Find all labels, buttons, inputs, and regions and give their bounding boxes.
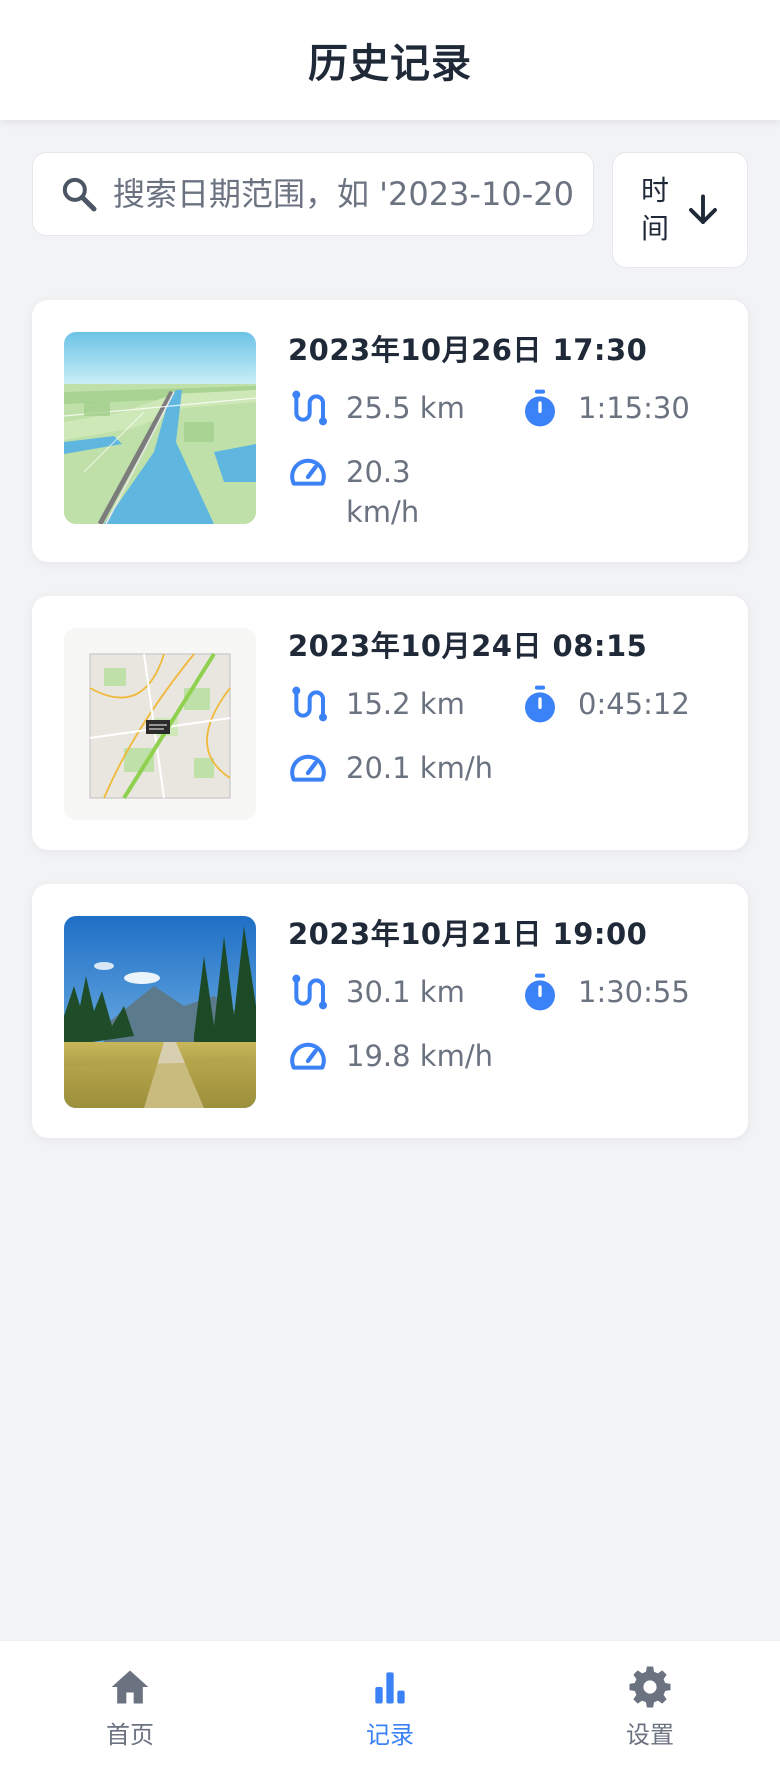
duration-stat: 1:30:55 [520, 972, 690, 1012]
record-date: 2023年10月21日 19:00 [288, 917, 648, 951]
speed-value: 19.8 km/h [346, 1039, 493, 1073]
record-date: 2023年10月24日 08:15 [288, 629, 648, 663]
river-map-image [64, 332, 256, 524]
nav-item-settings[interactable]: 设置 [520, 1641, 780, 1768]
app: 历史记录 时间 [0, 0, 780, 1768]
sort-label: 时间 [640, 174, 669, 245]
search-row: 时间 [32, 152, 748, 268]
speed-value: 20.3 km/h [346, 455, 420, 529]
record-card[interactable]: 2023年10月21日 19:00 30.1 km 1:30:55 19.8 k… [32, 884, 748, 1138]
nav-label-records: 记录 [366, 1721, 414, 1749]
speedometer-icon [290, 754, 326, 782]
gear-icon [629, 1666, 671, 1708]
arrow-down-icon [689, 194, 717, 224]
speed-stat: 20.3 km/h [288, 452, 456, 532]
record-info: 2023年10月21日 19:00 30.1 km 1:30:55 19.8 k… [288, 914, 718, 1073]
distance-value: 30.1 km [346, 975, 465, 1009]
home-icon [111, 1670, 149, 1704]
speedometer-icon [290, 1042, 326, 1070]
nav-label-settings: 设置 [626, 1721, 674, 1749]
duration-value: 1:15:30 [578, 391, 690, 425]
distance-stat: 30.1 km [288, 972, 465, 1012]
stopwatch-icon [525, 389, 555, 427]
sort-by-time-button[interactable]: 时间 [612, 152, 748, 268]
speed-stat: 19.8 km/h [288, 1036, 493, 1076]
route-icon [292, 974, 327, 1010]
distance-stat: 25.5 km [288, 388, 465, 428]
top-app-bar: 历史记录 [0, 0, 780, 120]
duration-value: 1:30:55 [578, 975, 690, 1009]
city-map-image [64, 628, 256, 820]
record-card[interactable]: 2023年10月26日 17:30 25.5 km 1:15:30 20.3 k… [32, 300, 748, 562]
distance-stat: 15.2 km [288, 684, 465, 724]
speedometer-icon [290, 458, 326, 486]
nav-label-home: 首页 [106, 1721, 154, 1749]
route-icon [292, 686, 327, 722]
distance-value: 15.2 km [346, 687, 465, 721]
search-box[interactable] [32, 152, 594, 236]
stopwatch-icon [525, 685, 555, 723]
speed-value: 20.1 km/h [346, 751, 493, 785]
distance-value: 25.5 km [346, 391, 465, 425]
page-title: 历史记录 [308, 41, 472, 87]
route-icon [292, 390, 327, 426]
stopwatch-icon [525, 973, 555, 1011]
trail-landscape-image [64, 916, 256, 1108]
search-input[interactable] [113, 175, 593, 213]
record-card[interactable]: 2023年10月24日 08:15 15.2 km 0:45:12 20.1 k… [32, 596, 748, 850]
nav-item-records[interactable]: 记录 [260, 1641, 520, 1768]
bar-chart-icon [375, 1672, 405, 1704]
duration-stat: 0:45:12 [520, 684, 690, 724]
speed-stat: 20.1 km/h [288, 748, 493, 788]
duration-value: 0:45:12 [578, 687, 690, 721]
record-info: 2023年10月24日 08:15 15.2 km 0:45:12 20.1 k… [288, 626, 718, 785]
duration-stat: 1:15:30 [520, 388, 690, 428]
nav-item-home[interactable]: 首页 [0, 1641, 260, 1768]
bottom-nav: 首页 记录 设置 [0, 1640, 780, 1768]
record-info: 2023年10月26日 17:30 25.5 km 1:15:30 20.3 k… [288, 330, 718, 529]
record-date: 2023年10月26日 17:30 [288, 333, 648, 367]
search-icon [62, 177, 97, 212]
